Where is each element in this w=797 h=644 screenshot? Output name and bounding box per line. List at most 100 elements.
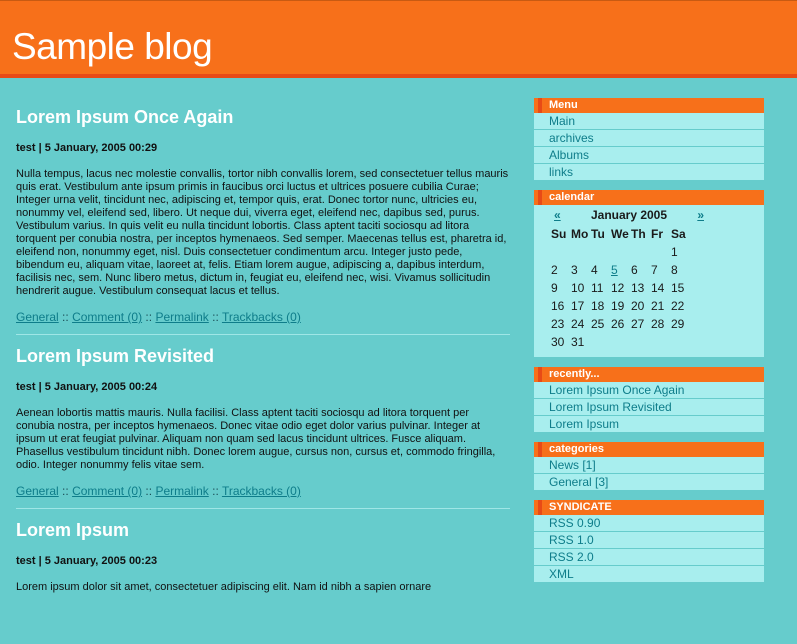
menu-title: Menu <box>534 98 764 113</box>
calendar-weekday: We <box>611 227 629 241</box>
recent-post-link[interactable]: Lorem Ipsum Once Again <box>534 382 764 399</box>
menu-item-main[interactable]: Main <box>534 113 764 130</box>
post-divider <box>16 508 510 509</box>
calendar-day: 14 <box>651 281 665 295</box>
category-link-general[interactable]: General [3] <box>534 474 764 490</box>
calendar-day: 15 <box>671 281 685 295</box>
recently-title: recently... <box>534 367 764 382</box>
recent-post-link[interactable]: Lorem Ipsum Revisited <box>534 399 764 416</box>
post-body: Aenean lobortis mattis mauris. Nulla fac… <box>16 407 496 471</box>
link-separator: :: <box>212 484 219 498</box>
recent-post-link[interactable]: Lorem Ipsum <box>534 416 764 432</box>
calendar-day: 2 <box>551 263 558 277</box>
post-title[interactable]: Lorem Ipsum <box>16 519 510 541</box>
calendar-weekday: Su <box>551 227 567 241</box>
post-comment-link[interactable]: Comment (0) <box>72 310 142 324</box>
calendar-week: 1 <box>550 243 690 261</box>
post-body: Nulla tempus, lacus nec molestie convall… <box>16 168 509 297</box>
calendar-weekday: Sa <box>671 227 686 241</box>
calendar-prev-month[interactable]: « <box>554 207 561 223</box>
calendar: « January 2005 » Su Mo Tu We Th Fr Sa 12345678… <box>534 205 764 357</box>
calendar-day[interactable]: 5 <box>610 261 630 279</box>
post-links: General :: Comment (0) :: Permalink :: T… <box>16 484 510 498</box>
link-separator: :: <box>62 310 69 324</box>
post-meta: test | 5 January, 2005 00:29 <box>16 142 158 154</box>
calendar-weekday: Mo <box>571 227 589 241</box>
calendar-day: 3 <box>571 263 578 277</box>
link-separator: :: <box>212 310 219 324</box>
post-links: General :: Comment (0) :: Permalink :: T… <box>16 310 510 324</box>
calendar-day: 10 <box>571 281 585 295</box>
calendar-day: 21 <box>651 299 665 313</box>
menu-item-albums[interactable]: Albums <box>534 147 764 164</box>
post-meta: test | 5 January, 2005 00:24 <box>16 381 158 393</box>
syndicate-title: SYNDICATE <box>534 500 764 515</box>
calendar-next-month[interactable]: » <box>697 207 704 223</box>
main-content: Lorem Ipsum Once Again test | 5 January,… <box>16 96 510 594</box>
calendar-day: 28 <box>651 317 665 331</box>
calendar-day: 16 <box>551 299 565 313</box>
calendar-day: 22 <box>671 299 685 313</box>
post-comment-link[interactable]: Comment (0) <box>72 484 142 498</box>
calendar-day <box>630 333 650 351</box>
calendar-day <box>670 333 690 351</box>
post-trackbacks-link[interactable]: Trackbacks (0) <box>222 484 301 498</box>
syndicate-box: SYNDICATE RSS 0.90 RSS 1.0 RSS 2.0 XML <box>534 500 764 582</box>
post-category-link[interactable]: General <box>16 484 59 498</box>
calendar-day: 27 <box>631 317 645 331</box>
menu-box: Menu Main archives Albums links <box>534 98 764 180</box>
calendar-day: 24 <box>571 317 585 331</box>
calendar-week: 9 10 11 12 13 14 15 <box>550 279 690 297</box>
post-title[interactable]: Lorem Ipsum Revisited <box>16 345 510 367</box>
feed-link-rss20[interactable]: RSS 2.0 <box>534 549 764 566</box>
calendar-day: 19 <box>611 299 625 313</box>
menu-item-links[interactable]: links <box>534 164 764 180</box>
calendar-day: 9 <box>551 281 558 295</box>
categories-box: categories News [1] General [3] <box>534 442 764 490</box>
header-divider <box>0 74 797 78</box>
post-permalink-link[interactable]: Permalink <box>155 484 208 498</box>
link-separator: :: <box>145 310 153 324</box>
blog-post: Lorem Ipsum Revisited test | 5 January, … <box>16 345 510 509</box>
calendar-day: 4 <box>591 263 598 277</box>
blog-post: Lorem Ipsum test | 5 January, 2005 00:23… <box>16 519 510 594</box>
calendar-weekday: Fr <box>651 227 663 241</box>
calendar-box: calendar « January 2005 » Su Mo Tu We Th Fr Sa… <box>534 190 764 357</box>
calendar-weekday: Tu <box>591 227 605 241</box>
category-link-news[interactable]: News [1] <box>534 457 764 474</box>
site-title[interactable]: Sample blog <box>12 25 213 69</box>
post-divider <box>16 334 510 335</box>
calendar-grid: Su Mo Tu We Th Fr Sa 1 2 3 4 5 6 7 8 9 10 11 12 13 14 15 16 17… <box>550 225 690 351</box>
calendar-day: 25 <box>591 317 605 331</box>
calendar-weekday: Th <box>631 227 646 241</box>
calendar-day <box>590 243 610 261</box>
calendar-day <box>590 333 610 351</box>
calendar-day: 23 <box>551 317 565 331</box>
calendar-day: 13 <box>631 281 645 295</box>
menu-item-archives[interactable]: archives <box>534 130 764 147</box>
calendar-day: 12 <box>611 281 625 295</box>
calendar-day <box>570 243 590 261</box>
calendar-day: 17 <box>571 299 585 313</box>
feed-link-xml[interactable]: XML <box>534 566 764 582</box>
calendar-week: 2345678 <box>550 261 690 279</box>
calendar-day: 30 <box>551 335 565 349</box>
calendar-day <box>650 333 670 351</box>
categories-title: categories <box>534 442 764 457</box>
calendar-day: 29 <box>671 317 685 331</box>
link-separator: :: <box>145 484 153 498</box>
blog-post: Lorem Ipsum Once Again test | 5 January,… <box>16 106 510 335</box>
post-meta: test | 5 January, 2005 00:23 <box>16 555 158 567</box>
post-permalink-link[interactable]: Permalink <box>155 310 208 324</box>
calendar-day <box>610 243 630 261</box>
calendar-title: calendar <box>534 190 764 205</box>
calendar-day: 6 <box>631 263 638 277</box>
site-header: Sample blog <box>0 0 797 74</box>
feed-link-rss090[interactable]: RSS 0.90 <box>534 515 764 532</box>
calendar-day: 18 <box>591 299 605 313</box>
feed-link-rss10[interactable]: RSS 1.0 <box>534 532 764 549</box>
post-category-link[interactable]: General <box>16 310 59 324</box>
post-title[interactable]: Lorem Ipsum Once Again <box>16 106 510 128</box>
calendar-day: 26 <box>611 317 625 331</box>
post-trackbacks-link[interactable]: Trackbacks (0) <box>222 310 301 324</box>
